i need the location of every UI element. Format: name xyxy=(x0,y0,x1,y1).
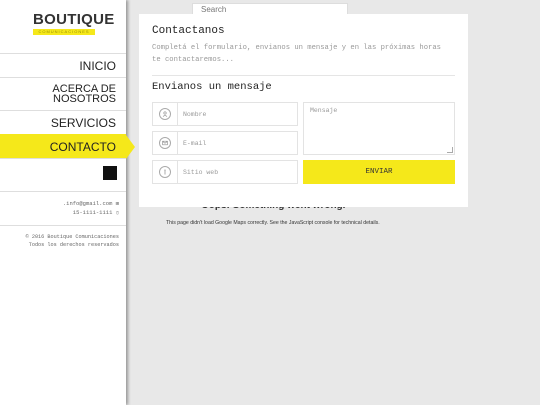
field-divider xyxy=(177,103,178,125)
email-input[interactable] xyxy=(183,136,291,150)
phone-line[interactable]: 15-1111-1111 ▯ xyxy=(4,208,119,217)
field-divider xyxy=(177,161,178,183)
website-input[interactable] xyxy=(183,165,291,179)
name-field[interactable] xyxy=(152,102,298,126)
contact-card: Contactanos Completá el formulario, envi… xyxy=(139,14,468,207)
copyright-line: © 2016 Boutique Comunicaciones xyxy=(25,234,119,240)
field-divider xyxy=(177,132,178,154)
send-button[interactable]: ENVIAR xyxy=(303,160,455,184)
main-nav: INICIO ACERCA DE NOSOTROS SERVICIOS CONT… xyxy=(0,53,135,159)
copyright: © 2016 Boutique Comunicaciones Todos los… xyxy=(4,233,119,249)
nav-item-label-line2: NOSOTROS xyxy=(53,93,116,105)
message-field[interactable] xyxy=(303,102,455,155)
email-icon: ⊞ xyxy=(115,200,119,207)
website-field[interactable] xyxy=(152,160,298,184)
phone-text: 15-1111-1111 xyxy=(72,209,113,216)
map-error-text: This page didn't load Google Maps correc… xyxy=(166,220,380,226)
email-text: .info@gmail.com xyxy=(62,200,113,207)
instagram-icon[interactable] xyxy=(103,166,117,180)
nav-item-label: ACERCA DE NOSOTROS xyxy=(52,84,116,105)
divider xyxy=(0,225,126,226)
name-input[interactable] xyxy=(183,107,291,121)
phone-icon: ▯ xyxy=(115,209,119,216)
globe-icon xyxy=(159,166,171,178)
nav-item-label: SERVICIOS xyxy=(50,115,116,130)
sidebar: BOUTIQUE COMUNICACIONES INICIO ACERCA DE… xyxy=(0,0,135,405)
logo-tagline: COMUNICACIONES xyxy=(33,29,95,35)
email-line[interactable]: .info@gmail.com ⊞ xyxy=(4,199,119,208)
nav-item-contacto[interactable]: CONTACTO xyxy=(0,134,135,159)
form-subtitle: Envianos un mensaje xyxy=(152,81,272,93)
logo-wordmark: BOUTIQUE xyxy=(33,11,115,28)
page-title: Contactanos xyxy=(152,25,225,37)
rights-line: Todos los derechos reservados xyxy=(28,242,119,248)
nav-item-inicio[interactable]: INICIO xyxy=(0,53,126,77)
resize-handle[interactable] xyxy=(447,147,453,153)
nav-item-label: INICIO xyxy=(79,58,116,73)
email-field[interactable] xyxy=(152,131,298,155)
email-icon xyxy=(159,137,171,149)
user-icon xyxy=(159,108,171,120)
divider xyxy=(152,75,455,76)
nav-item-label: CONTACTO xyxy=(49,139,116,154)
logo[interactable]: BOUTIQUE COMUNICACIONES xyxy=(33,11,115,35)
contact-info: .info@gmail.com ⊞ 15-1111-1111 ▯ xyxy=(4,199,119,217)
nav-divider xyxy=(0,158,126,159)
divider xyxy=(0,191,126,192)
form-description: Completá el formulario, envianos un mens… xyxy=(152,44,441,64)
message-textarea[interactable] xyxy=(310,107,448,151)
nav-item-acerca[interactable]: ACERCA DE NOSOTROS xyxy=(0,77,126,110)
nav-item-servicios[interactable]: SERVICIOS xyxy=(0,110,126,134)
